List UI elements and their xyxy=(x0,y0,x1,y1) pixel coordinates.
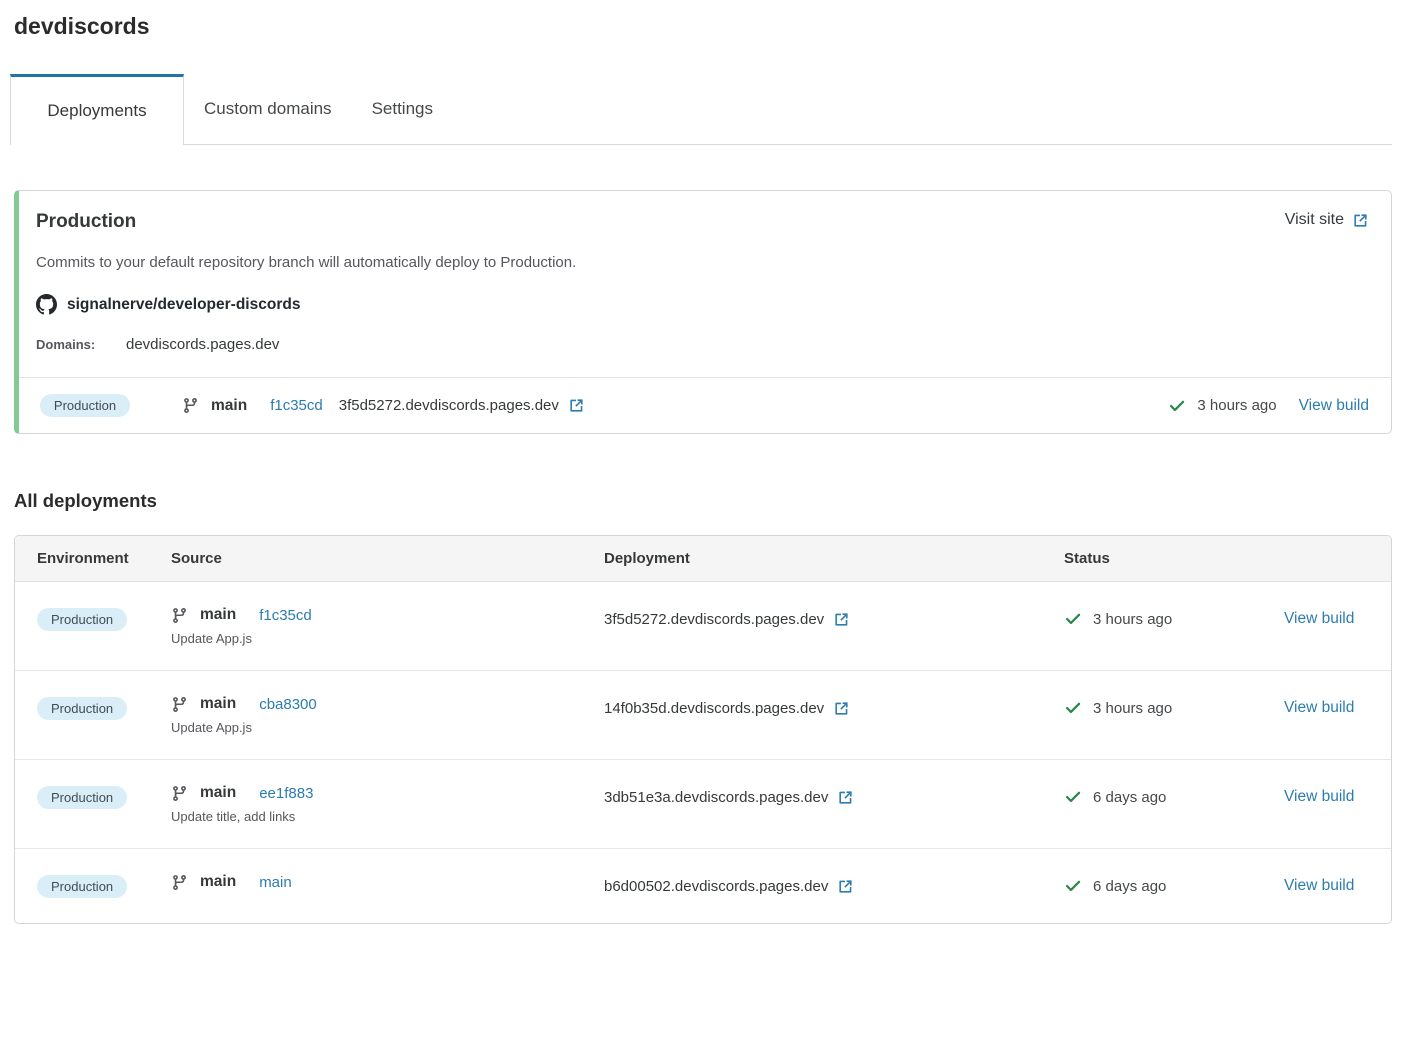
success-check-icon xyxy=(1064,877,1082,895)
production-description: Commits to your default repository branc… xyxy=(36,254,1369,271)
environment-cell: Production xyxy=(37,784,171,810)
status-cell: 6 days ago xyxy=(1064,873,1284,899)
source-cell: main ee1f883 Update title, add links xyxy=(171,784,604,824)
table-header-row: Environment Source Deployment Status xyxy=(15,536,1391,582)
commit-link[interactable]: f1c35cd xyxy=(259,607,312,624)
view-build-link[interactable]: View build xyxy=(1284,877,1354,895)
source-cell: main main xyxy=(171,873,604,899)
github-icon xyxy=(36,294,57,315)
production-card: Production Visit site Commits to your de… xyxy=(14,190,1392,434)
environment-cell: Production xyxy=(37,873,171,899)
commit-message: Update App.js xyxy=(171,631,604,646)
page-title: devdiscords xyxy=(14,0,1392,40)
view-build-cell: View build xyxy=(1284,784,1369,810)
branch-name: main xyxy=(200,873,236,891)
col-header-status: Status xyxy=(1064,550,1284,567)
status-time: 3 hours ago xyxy=(1093,611,1172,628)
deployment-cell: 3f5d5272.devdiscords.pages.dev xyxy=(604,606,1064,632)
col-header-deployment: Deployment xyxy=(604,550,1064,567)
all-deployments-heading: All deployments xyxy=(14,490,1392,512)
git-branch-icon xyxy=(182,397,199,414)
environment-cell: Production xyxy=(37,695,171,721)
view-build-link[interactable]: View build xyxy=(1284,788,1354,806)
success-check-icon xyxy=(1064,699,1082,717)
view-build-cell: View build xyxy=(1284,606,1369,632)
status-time: 6 days ago xyxy=(1093,789,1166,806)
environment-badge: Production xyxy=(37,608,127,631)
branch-name: main xyxy=(200,606,236,624)
deployment-cell: 3db51e3a.devdiscords.pages.dev xyxy=(604,784,1064,810)
environment-badge: Production xyxy=(37,697,127,720)
deployment-row: Production main main b6d00502.devdiscord… xyxy=(15,848,1391,923)
environment-badge: Production xyxy=(37,786,127,809)
repo-name: signalnerve/developer-discords xyxy=(67,296,300,314)
pages-project-page: devdiscords Deployments Custom domains S… xyxy=(0,0,1413,924)
view-build-link[interactable]: View build xyxy=(1284,610,1354,628)
domains-label: Domains: xyxy=(36,337,126,352)
deployment-row: Production main ee1f883 Update title, ad… xyxy=(15,759,1391,848)
git-branch-icon xyxy=(171,607,188,624)
success-check-icon xyxy=(1064,610,1082,628)
deployment-cell: b6d00502.devdiscords.pages.dev xyxy=(604,873,1064,899)
source-cell: main f1c35cd Update App.js xyxy=(171,606,604,646)
commit-link[interactable]: main xyxy=(259,874,292,891)
source-cell: main cba8300 Update App.js xyxy=(171,695,604,735)
view-build-cell: View build xyxy=(1284,873,1369,899)
deployment-url: 3f5d5272.devdiscords.pages.dev xyxy=(604,611,824,628)
success-check-icon xyxy=(1064,788,1082,806)
status-time: 3 hours ago xyxy=(1093,700,1172,717)
environment-badge: Production xyxy=(37,875,127,898)
all-deployments-table: Environment Source Deployment Status Pro… xyxy=(14,535,1392,924)
git-branch-icon xyxy=(171,696,188,713)
col-header-environment: Environment xyxy=(37,550,171,567)
view-build-link[interactable]: View build xyxy=(1284,699,1354,717)
deployment-url: 3db51e3a.devdiscords.pages.dev xyxy=(604,789,828,806)
deployment-cell: 14f0b35d.devdiscords.pages.dev xyxy=(604,695,1064,721)
success-check-icon xyxy=(1168,397,1186,415)
tab-deployments[interactable]: Deployments xyxy=(10,74,184,145)
external-link-icon[interactable] xyxy=(833,700,850,717)
table-body: Production main f1c35cd Update App.js 3f… xyxy=(15,582,1391,923)
commit-message: Update App.js xyxy=(171,720,604,735)
status-time: 6 days ago xyxy=(1093,878,1166,895)
external-link-icon xyxy=(1352,212,1369,229)
commit-link[interactable]: cba8300 xyxy=(259,696,317,713)
status-cell: 3 hours ago xyxy=(1064,695,1284,721)
git-branch-icon xyxy=(171,785,188,802)
commit-link[interactable]: ee1f883 xyxy=(259,785,313,802)
branch-name: main xyxy=(200,784,236,802)
col-header-source: Source xyxy=(171,550,604,567)
external-link-icon[interactable] xyxy=(837,878,854,895)
deployment-row: Production main f1c35cd Update App.js 3f… xyxy=(15,582,1391,670)
environment-cell: Production xyxy=(37,606,171,632)
view-build-cell: View build xyxy=(1284,695,1369,721)
environment-badge: Production xyxy=(40,394,130,417)
tab-settings[interactable]: Settings xyxy=(352,74,453,144)
view-build-link[interactable]: View build xyxy=(1299,397,1369,415)
status-cell: 6 days ago xyxy=(1064,784,1284,810)
commit-link[interactable]: f1c35cd xyxy=(270,397,323,414)
commit-message: Update title, add links xyxy=(171,809,604,824)
external-link-icon[interactable] xyxy=(568,397,585,414)
status-cell: 3 hours ago xyxy=(1064,606,1284,632)
branch-name: main xyxy=(211,397,247,415)
deployment-row: Production main cba8300 Update App.js 14… xyxy=(15,670,1391,759)
deployment-url: b6d00502.devdiscords.pages.dev xyxy=(604,878,828,895)
external-link-icon[interactable] xyxy=(837,789,854,806)
branch-name: main xyxy=(200,695,236,713)
visit-site-link[interactable]: Visit site xyxy=(1285,211,1369,229)
tab-custom-domains[interactable]: Custom domains xyxy=(184,74,352,144)
status-time: 3 hours ago xyxy=(1197,397,1276,414)
deployment-url: 3f5d5272.devdiscords.pages.dev xyxy=(339,397,559,414)
tab-bar: Deployments Custom domains Settings xyxy=(14,74,1392,145)
git-branch-icon xyxy=(171,874,188,891)
deployment-url: 14f0b35d.devdiscords.pages.dev xyxy=(604,700,824,717)
visit-site-label: Visit site xyxy=(1285,211,1344,229)
external-link-icon[interactable] xyxy=(833,611,850,628)
production-card-title: Production xyxy=(36,211,136,233)
domains-value: devdiscords.pages.dev xyxy=(126,336,279,353)
production-deployment-row: Production main f1c35cd 3f5d5272.devdisc… xyxy=(19,377,1391,433)
